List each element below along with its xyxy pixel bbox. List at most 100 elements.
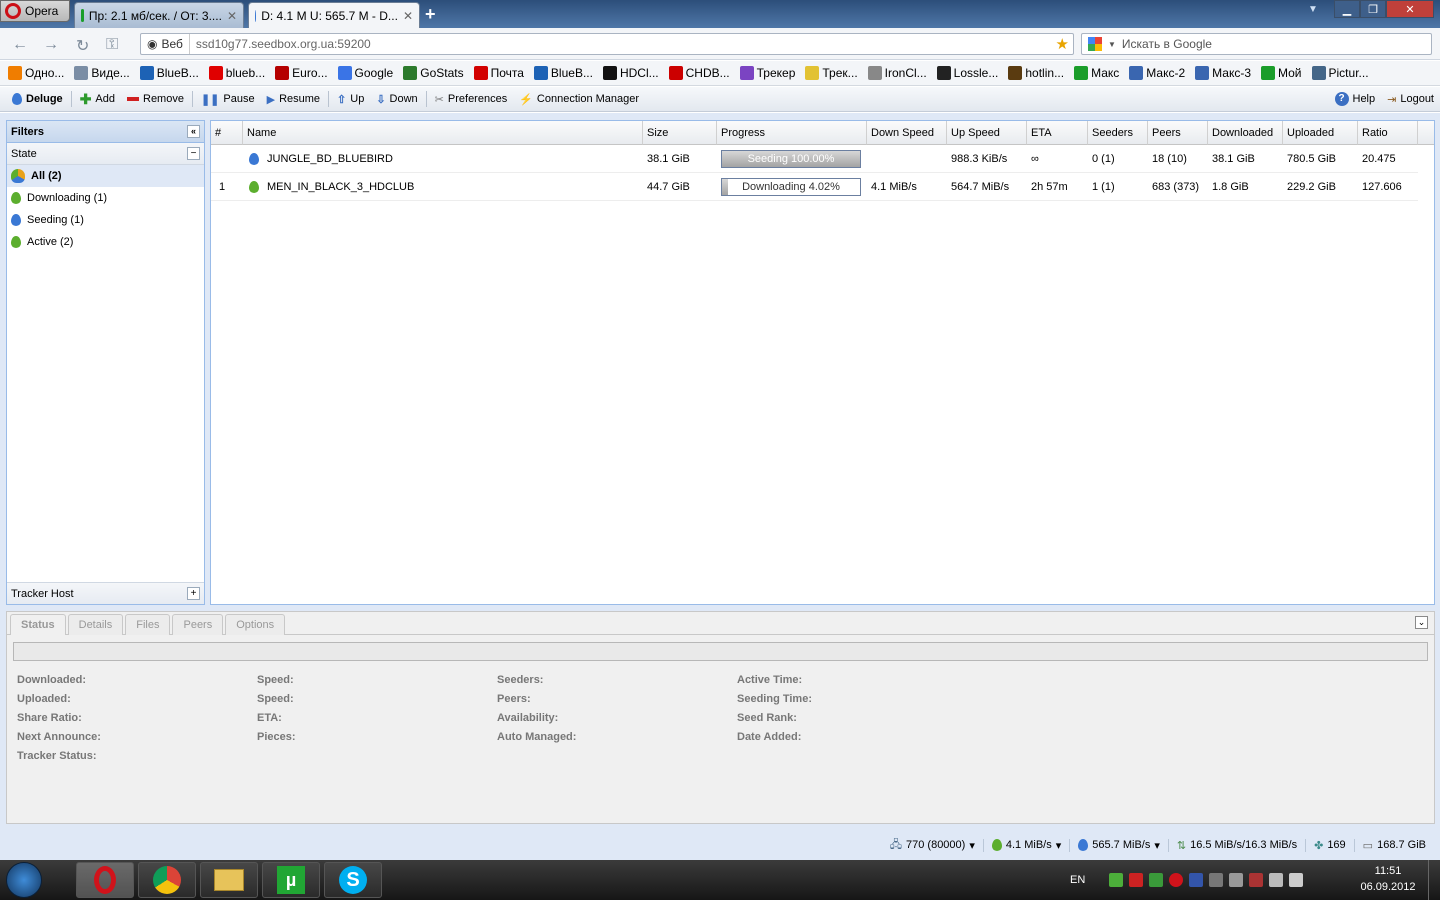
bluetooth-icon[interactable]	[1189, 873, 1204, 887]
minimize-button[interactable]: ▁	[1334, 0, 1360, 18]
bookmark-item[interactable]: Трекер	[739, 66, 795, 80]
upload-speed-status[interactable]: 565.7 MiB/s ▾	[1069, 838, 1168, 852]
preferences-button[interactable]: ✂ Preferences	[429, 93, 514, 106]
column-header[interactable]: #	[211, 121, 243, 145]
browser-tab-2-active[interactable]: D: 4.1 M U: 565.7 M - D... ✕	[248, 2, 420, 28]
column-header[interactable]: Down Speed	[867, 121, 947, 145]
bookmark-item[interactable]: Макс	[1074, 66, 1119, 80]
help-button[interactable]: ? Help	[1329, 92, 1382, 106]
expand-icon[interactable]: +	[187, 587, 200, 600]
bookmark-item[interactable]: Google	[337, 66, 393, 80]
bookmark-item[interactable]: HDCl...	[602, 66, 659, 80]
column-header[interactable]: Uploaded	[1283, 121, 1358, 145]
web-indicator[interactable]: ◉ Веб	[141, 34, 190, 54]
taskbar-opera[interactable]	[76, 862, 134, 898]
reload-icon[interactable]: ↻	[76, 36, 89, 56]
search-engine-dropdown-icon[interactable]: ▼	[1108, 40, 1116, 49]
download-speed-status[interactable]: 4.1 MiB/s ▾	[982, 838, 1069, 852]
collapse-icon[interactable]: −	[187, 147, 200, 160]
state-section-header[interactable]: State −	[7, 143, 204, 165]
pause-button[interactable]: ❚❚ Pause	[195, 93, 261, 106]
tray-security-icon[interactable]	[1249, 873, 1264, 887]
queue-up-button[interactable]: ⇧ Up	[331, 93, 370, 106]
collapse-panel-icon[interactable]: «	[187, 125, 200, 138]
filter-item[interactable]: All (2)	[7, 165, 204, 187]
remove-button[interactable]: Remove	[121, 93, 190, 105]
show-desktop-button[interactable]	[1428, 860, 1440, 900]
tray-network-icon[interactable]	[1129, 873, 1144, 887]
resume-button[interactable]: ▶ Resume	[261, 93, 326, 106]
bookmark-item[interactable]: Макс-3	[1195, 66, 1251, 80]
tray-utorrent-icon[interactable]	[1149, 873, 1164, 887]
column-header[interactable]: Downloaded	[1208, 121, 1283, 145]
tray-media-icon[interactable]	[1209, 873, 1224, 887]
action-center-flag-icon[interactable]	[1229, 873, 1244, 887]
column-header[interactable]: Ratio	[1358, 121, 1418, 145]
collapse-details-icon[interactable]: ⌄	[1415, 616, 1428, 629]
torrent-row[interactable]: 1 MEN_IN_BLACK_3_HDCLUB 44.7 GiB Downloadin…	[211, 173, 1418, 201]
bookmark-item[interactable]: Виде...	[74, 66, 130, 80]
tab-status[interactable]: Status	[10, 614, 66, 635]
logout-button[interactable]: ⇥ Logout	[1381, 93, 1440, 106]
column-header[interactable]: Up Speed	[947, 121, 1027, 145]
bookmark-item[interactable]: BlueB...	[139, 66, 199, 80]
opera-menu-button[interactable]: Opera	[0, 0, 70, 22]
forward-icon[interactable]: →	[43, 36, 59, 54]
bookmark-item[interactable]: Макс-2	[1129, 66, 1185, 80]
language-indicator[interactable]: EN	[1070, 874, 1085, 886]
column-header[interactable]: ETA	[1027, 121, 1088, 145]
column-header[interactable]: Seeders	[1088, 121, 1148, 145]
back-icon[interactable]: ←	[12, 36, 28, 54]
clock[interactable]: 11:51 06.09.2012	[1356, 865, 1420, 893]
filter-item[interactable]: Downloading (1)	[7, 187, 204, 209]
tab-details[interactable]: Details	[67, 614, 124, 635]
bookmark-item[interactable]: GoStats	[403, 66, 464, 80]
taskbar-chrome[interactable]	[138, 862, 196, 898]
taskbar-skype[interactable]: S	[324, 862, 382, 898]
connections-status[interactable]: 🖧 770 (80000) ▾	[882, 836, 983, 855]
maximize-button[interactable]: ❐	[1360, 0, 1386, 18]
url-text[interactable]: ssd10g77.seedbox.org.ua:59200	[190, 37, 371, 51]
tab-peers[interactable]: Peers	[172, 614, 224, 635]
tray-opera-icon[interactable]	[1169, 873, 1184, 887]
bookmark-item[interactable]: IronCl...	[867, 66, 927, 80]
column-header[interactable]: Size	[643, 121, 717, 145]
search-field[interactable]: ▼ Искать в Google	[1081, 33, 1432, 55]
signal-icon[interactable]	[1269, 873, 1284, 887]
bookmark-star-icon[interactable]: ★	[1056, 35, 1069, 53]
tab-options[interactable]: Options	[225, 614, 286, 635]
close-window-button[interactable]: ✕	[1386, 0, 1434, 18]
filter-item[interactable]: Seeding (1)	[7, 209, 204, 231]
column-header[interactable]: Peers	[1148, 121, 1208, 145]
column-header[interactable]: Name	[243, 121, 643, 145]
taskbar-utorrent[interactable]: µ	[262, 862, 320, 898]
queue-down-button[interactable]: ⇩ Down	[370, 93, 423, 106]
bookmark-item[interactable]: blueb...	[208, 66, 265, 80]
tracker-host-section-header[interactable]: Tracker Host +	[7, 582, 204, 604]
volume-icon[interactable]	[1289, 873, 1304, 887]
new-tab-button[interactable]: +	[425, 4, 436, 25]
filter-item[interactable]: Active (2)	[7, 231, 204, 253]
browser-tab-1[interactable]: Пр: 2.1 мб/сек. / От: 3.... ✕	[74, 2, 244, 28]
bookmark-item[interactable]: Euro...	[275, 66, 328, 80]
taskbar-explorer[interactable]	[200, 862, 258, 898]
close-tab-icon[interactable]: ✕	[227, 9, 237, 23]
bookmark-item[interactable]: Одно...	[8, 66, 64, 80]
bookmark-item[interactable]: Мой	[1261, 66, 1302, 80]
torrent-row[interactable]: JUNGLE_BD_BLUEBIRD 38.1 GiB Seeding 100.00…	[211, 145, 1418, 173]
add-button[interactable]: ✚ Add	[74, 91, 121, 108]
bookmark-item[interactable]: Lossle...	[936, 66, 998, 80]
start-button[interactable]	[6, 862, 42, 898]
column-header[interactable]: Progress	[717, 121, 867, 145]
address-bar[interactable]: ◉ Веб ssd10g77.seedbox.org.ua:59200 ★	[140, 33, 1074, 55]
tab-list-icon[interactable]: ▼	[1308, 4, 1318, 15]
key-icon[interactable]: ⚿	[106, 36, 118, 54]
bookmark-item[interactable]: Почта	[473, 66, 524, 80]
tab-files[interactable]: Files	[125, 614, 171, 635]
tray-app-icon[interactable]	[1109, 873, 1124, 887]
bookmark-item[interactable]: Трек...	[805, 66, 858, 80]
connection-manager-button[interactable]: ⚡ Connection Manager	[513, 93, 645, 106]
bookmark-item[interactable]: BlueB...	[533, 66, 593, 80]
close-tab-icon[interactable]: ✕	[403, 9, 413, 23]
bookmark-item[interactable]: hotlin...	[1008, 66, 1064, 80]
